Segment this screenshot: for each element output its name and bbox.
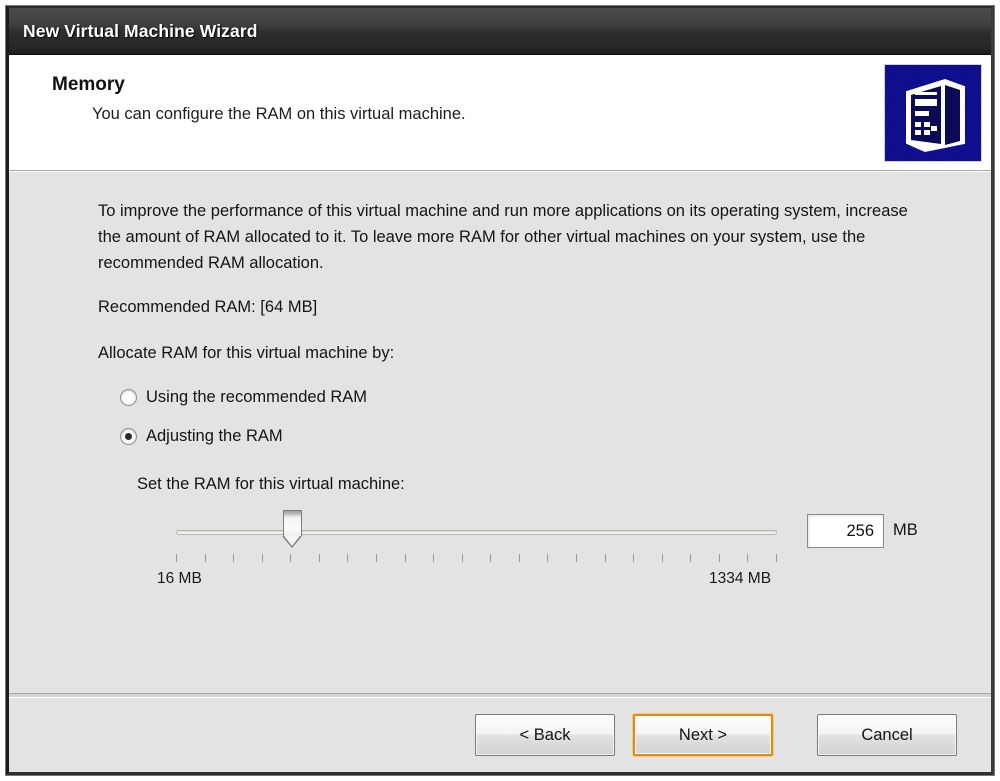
radio-button-adjusting[interactable] (120, 428, 137, 445)
page-title: Memory (52, 74, 125, 95)
slider-tick (176, 554, 177, 562)
slider-tick (518, 554, 520, 562)
wizard-window: New Virtual Machine Wizard Memory You ca… (6, 6, 994, 775)
window-title: New Virtual Machine Wizard (23, 20, 258, 41)
ram-slider[interactable] (170, 510, 782, 572)
slider-thumb-body (282, 510, 302, 536)
slider-tick (661, 554, 663, 562)
slider-tick (404, 554, 406, 562)
virtual-machine-icon (884, 64, 982, 162)
window-inner: New Virtual Machine Wizard Memory You ca… (9, 8, 991, 772)
slider-min-label: 16 MB (157, 570, 202, 587)
slider-tick (547, 554, 549, 562)
slider-track[interactable] (176, 530, 777, 535)
slider-tick (747, 554, 749, 562)
slider-tick (633, 554, 635, 562)
slider-thumb-tip (282, 536, 303, 548)
radio-label-recommended: Using the recommended RAM (146, 388, 368, 406)
slider-tick (261, 554, 263, 562)
page-subtitle: You can configure the RAM on this virtua… (92, 105, 466, 123)
radio-label-adjusting: Adjusting the RAM (146, 427, 283, 445)
slider-thumb[interactable] (282, 510, 303, 548)
ram-value-input[interactable] (807, 514, 884, 548)
slider-tick (490, 554, 492, 562)
cancel-button[interactable]: Cancel (817, 714, 957, 756)
ram-unit-label: MB (893, 521, 918, 539)
server-tower-glyph (906, 78, 965, 153)
radio-option-adjusting[interactable]: Adjusting the RAM (120, 427, 283, 446)
next-button[interactable]: Next > (633, 714, 773, 756)
description-text: To improve the performance of this virtu… (98, 202, 908, 272)
recommended-ram-text: Recommended RAM: [64 MB] (98, 298, 318, 316)
wizard-body: To improve the performance of this virtu… (9, 171, 991, 772)
slider-tick (604, 554, 606, 562)
slider-ticks (176, 554, 777, 563)
slider-tick (347, 554, 349, 562)
wizard-footer: < Back Next > Cancel (9, 698, 991, 772)
slider-tick (718, 554, 720, 562)
slider-tick (233, 554, 235, 562)
slider-thumb-tip-inner (283, 536, 300, 546)
title-bar[interactable]: New Virtual Machine Wizard (9, 8, 991, 55)
wizard-header: Memory You can configure the RAM on this… (9, 55, 991, 171)
slider-tick (576, 554, 577, 562)
slider-tick (318, 554, 320, 562)
slider-tick (461, 554, 463, 562)
slider-tick (690, 554, 692, 562)
slider-tick (376, 554, 377, 562)
slider-tick (204, 554, 206, 562)
slider-tick (290, 554, 292, 562)
slider-tick (776, 554, 777, 562)
radio-option-recommended[interactable]: Using the recommended RAM (120, 388, 367, 407)
radio-button-recommended[interactable] (120, 389, 137, 406)
slider-max-label: 1334 MB (709, 570, 772, 587)
slider-tick (433, 554, 435, 562)
set-ram-label: Set the RAM for this virtual machine: (137, 475, 405, 493)
allocate-ram-label: Allocate RAM for this virtual machine by… (98, 344, 395, 362)
back-button[interactable]: < Back (475, 714, 615, 756)
